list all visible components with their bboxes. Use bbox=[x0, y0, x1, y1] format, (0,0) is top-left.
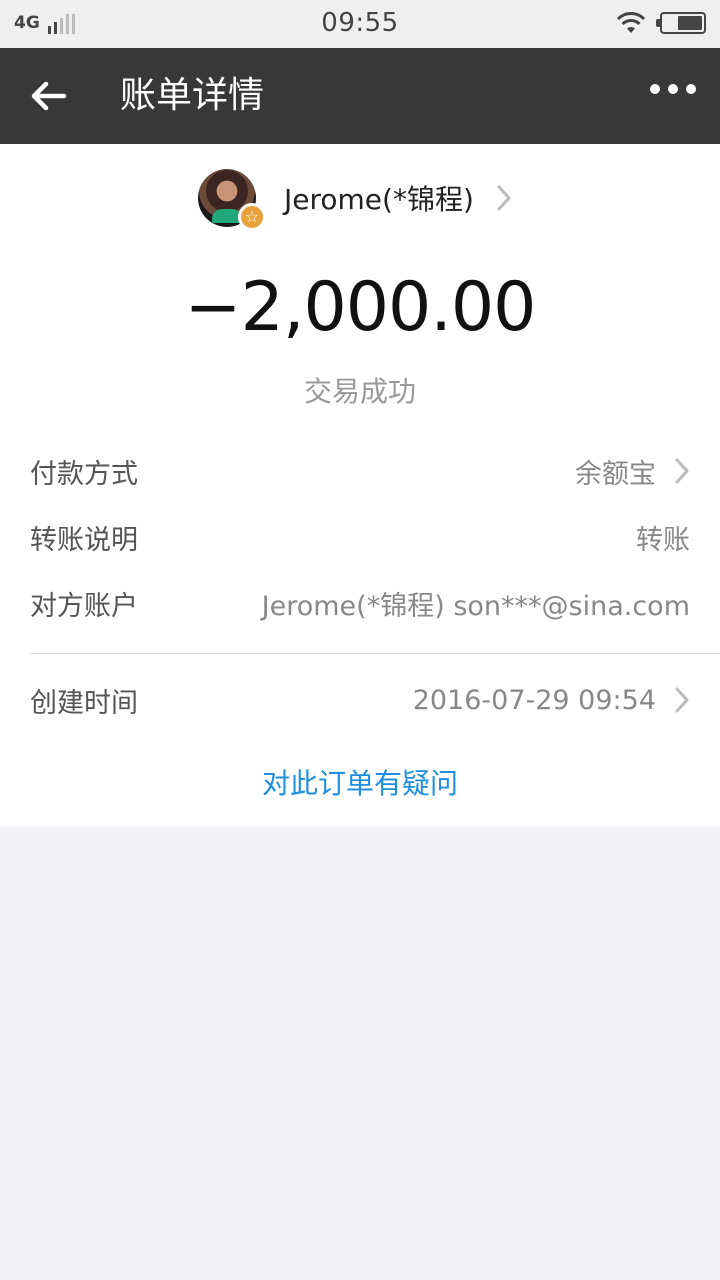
payment-method-row[interactable]: 付款方式 余额宝 bbox=[30, 446, 690, 496]
divider bbox=[30, 653, 720, 654]
row-label: 对方账户 bbox=[30, 590, 138, 622]
row-label: 创建时间 bbox=[30, 687, 138, 719]
title-bar: 账单详情 bbox=[0, 48, 720, 144]
transfer-note-row: 转账说明 转账 bbox=[30, 512, 690, 562]
row-value: 余额宝 bbox=[575, 452, 690, 491]
transaction-status: 交易成功 bbox=[303, 375, 416, 408]
chevron-right-icon bbox=[675, 687, 689, 713]
back-button[interactable] bbox=[24, 72, 72, 120]
row-value: 转账 bbox=[636, 524, 690, 556]
back-arrow-icon bbox=[31, 81, 67, 111]
chevron-right-icon bbox=[675, 458, 689, 484]
counterparty-account-row: 对方账户 Jerome(*锦程) son***@sina.com bbox=[30, 578, 690, 628]
bill-card: ☆ Jerome(*锦程) −2,000.00 交易成功 付款方式 余额宝 转账… bbox=[0, 144, 720, 826]
battery-fill bbox=[678, 16, 702, 30]
more-dots-icon bbox=[650, 84, 660, 94]
order-question-link[interactable]: 对此订单有疑问 bbox=[0, 762, 720, 802]
contact-name: Jerome(*锦程) bbox=[284, 183, 474, 216]
battery-icon bbox=[656, 12, 706, 34]
status-right bbox=[616, 12, 706, 34]
status-time: 09:55 bbox=[321, 8, 399, 38]
amount: −2,000.00 bbox=[184, 268, 537, 347]
chevron-right-icon bbox=[497, 185, 511, 211]
page-title: 账单详情 bbox=[120, 75, 265, 116]
more-button[interactable] bbox=[650, 84, 696, 94]
row-label: 转账说明 bbox=[30, 524, 138, 556]
star-badge-icon: ☆ bbox=[238, 203, 266, 231]
row-value: 2016-07-29 09:54 bbox=[413, 685, 690, 716]
row-label: 付款方式 bbox=[30, 458, 138, 490]
created-time-row[interactable]: 创建时间 2016-07-29 09:54 bbox=[30, 675, 690, 725]
row-value: Jerome(*锦程) son***@sina.com bbox=[261, 590, 690, 622]
status-bar: 4G 09:55 bbox=[0, 0, 720, 48]
contact-row[interactable]: ☆ Jerome(*锦程) bbox=[198, 168, 512, 231]
avatar: ☆ bbox=[198, 169, 266, 231]
wifi-icon bbox=[616, 12, 646, 33]
